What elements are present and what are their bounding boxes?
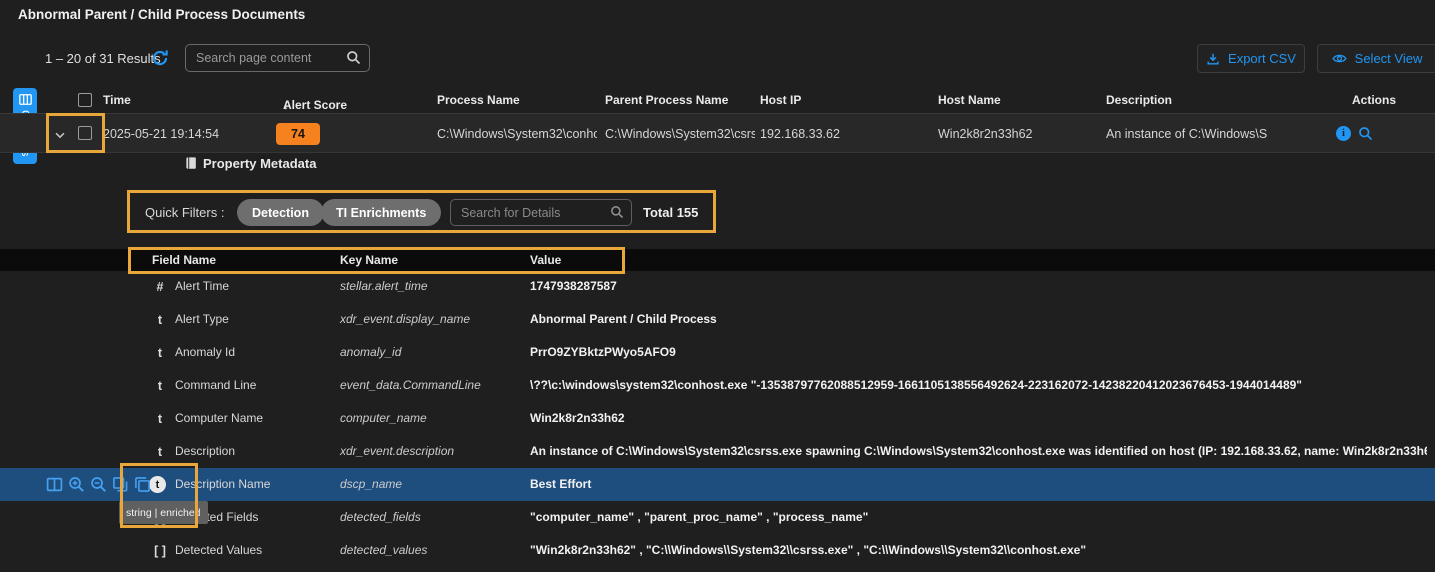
row-time: 2025-05-21 19:14:54 xyxy=(103,127,219,141)
table-row[interactable]: 2025-05-21 19:14:54 74 C:\Windows\System… xyxy=(0,113,1435,153)
page-title: Abnormal Parent / Child Process Document… xyxy=(18,7,305,22)
info-icon[interactable]: i xyxy=(1336,126,1351,141)
col-field-name: Field Name xyxy=(152,253,216,267)
select-all-checkbox[interactable] xyxy=(78,93,92,107)
zoom-out-icon[interactable] xyxy=(90,476,107,493)
text-type-icon: t xyxy=(150,435,170,468)
field-name: Anomaly Id xyxy=(175,345,235,359)
col-time[interactable]: Time xyxy=(103,93,131,107)
book-icon xyxy=(184,156,198,170)
alert-score-badge: 74 xyxy=(276,123,320,145)
metadata-rows: # Alert Time stellar.alert_time 17479382… xyxy=(0,0,1435,572)
text-type-icon: t xyxy=(150,336,170,369)
text-type-icon: t xyxy=(150,303,170,336)
table-header: Time Alert Score ↓ Process Name Parent P… xyxy=(0,88,1435,113)
metadata-row[interactable]: t Alert Type xdr_event.display_name Abno… xyxy=(0,303,1435,336)
select-view-button[interactable]: Select View xyxy=(1317,44,1435,73)
field-name: Command Line xyxy=(175,378,256,392)
hash-type-icon: # xyxy=(150,270,170,303)
eye-icon xyxy=(1332,51,1347,66)
key-name: xdr_event.description xyxy=(340,444,454,458)
key-name: xdr_event.display_name xyxy=(340,312,470,326)
filter-detection-button[interactable]: Detection xyxy=(237,199,324,226)
col-parent-process-name[interactable]: Parent Process Name xyxy=(605,93,728,107)
key-name: event_data.CommandLine xyxy=(340,378,481,392)
col-key-name: Key Name xyxy=(340,253,398,267)
text-type-icon: t xyxy=(150,369,170,402)
key-name: detected_fields xyxy=(340,510,421,524)
total-count: Total 155 xyxy=(643,205,698,220)
export-csv-label: Export CSV xyxy=(1228,51,1296,66)
search-icon xyxy=(346,50,361,65)
metadata-table-header: Field Name Key Name Value xyxy=(0,249,1435,271)
metadata-row[interactable]: t Description Name dscp_name Best Effort xyxy=(0,468,1435,501)
metadata-row[interactable]: t Description xdr_event.description An i… xyxy=(0,435,1435,468)
field-name: Description Name xyxy=(175,477,270,491)
field-value: Best Effort xyxy=(530,477,1427,491)
details-search-input[interactable] xyxy=(450,199,632,226)
key-name: anomaly_id xyxy=(340,345,401,359)
col-process-name[interactable]: Process Name xyxy=(437,93,520,107)
field-value: Abnormal Parent / Child Process xyxy=(530,312,1427,326)
copy-icon[interactable] xyxy=(112,476,129,493)
app-window: Abnormal Parent / Child Process Document… xyxy=(0,0,1435,572)
field-name: Alert Type xyxy=(175,312,229,326)
col-description[interactable]: Description xyxy=(1106,93,1172,107)
text-circle-type-icon: t xyxy=(149,476,166,493)
key-name: stellar.alert_time xyxy=(340,279,428,293)
refresh-icon[interactable] xyxy=(151,49,169,67)
filter-ti-enrichments-button[interactable]: TI Enrichments xyxy=(321,199,441,226)
key-name: computer_name xyxy=(340,411,427,425)
row-host-ip: 192.168.33.62 xyxy=(760,127,840,141)
metadata-row[interactable]: t Anomaly Id anomaly_id PrrO9ZYBktzPWyo5… xyxy=(0,336,1435,369)
row-checkbox[interactable] xyxy=(78,126,92,140)
type-tooltip: string | enriched xyxy=(119,501,208,524)
export-csv-button[interactable]: Export CSV xyxy=(1197,44,1305,73)
details-search xyxy=(450,199,632,226)
investigate-icon[interactable] xyxy=(1358,126,1373,141)
zoom-in-icon[interactable] xyxy=(68,476,85,493)
chevron-down-icon[interactable] xyxy=(53,128,67,142)
col-value: Value xyxy=(530,253,561,267)
download-icon xyxy=(1206,52,1220,66)
select-view-label: Select View xyxy=(1355,51,1423,66)
col-host-name[interactable]: Host Name xyxy=(938,93,1001,107)
field-value: Win2k8r2n33h62 xyxy=(530,411,1427,425)
field-value: 1747938287587 xyxy=(530,279,1427,293)
text-type-icon: t xyxy=(150,402,170,435)
row-description: An instance of C:\Windows\S xyxy=(1106,127,1334,141)
row-process-name: C:\Windows\System32\conho xyxy=(437,127,597,141)
field-value: "Win2k8r2n33h62" , "C:\\Windows\\System3… xyxy=(530,543,1427,557)
field-value: An instance of C:\Windows\System32\csrss… xyxy=(530,444,1427,458)
field-name: Detected Values xyxy=(175,543,262,557)
key-name: dscp_name xyxy=(340,477,402,491)
quick-filters-label: Quick Filters : xyxy=(145,205,224,220)
field-value: PrrO9ZYBktzPWyo5AFO9 xyxy=(530,345,1427,359)
field-name: Computer Name xyxy=(175,411,263,425)
row-hover-toolbar xyxy=(46,468,151,501)
metadata-row[interactable]: [ ] Detected Fields detected_fields "com… xyxy=(0,501,1435,534)
page-search-input[interactable] xyxy=(185,44,370,72)
property-metadata-title: Property Metadata xyxy=(203,156,316,171)
col-actions: Actions xyxy=(1352,93,1396,107)
array-type-icon: [ ] xyxy=(150,534,170,567)
sort-desc-icon: ↓ xyxy=(283,98,289,112)
row-host-name: Win2k8r2n33h62 xyxy=(938,127,1033,141)
key-name: detected_values xyxy=(340,543,427,557)
row-parent-process-name: C:\Windows\System32\csrss.e xyxy=(605,127,755,141)
field-name: Description xyxy=(175,444,235,458)
metadata-row[interactable]: [ ] Detected Values detected_values "Win… xyxy=(0,534,1435,567)
results-count: 1 – 20 of 31 Results xyxy=(45,51,161,66)
copy-pages-icon[interactable] xyxy=(134,476,151,493)
page-search xyxy=(185,44,370,72)
field-value: "computer_name" , "parent_proc_name" , "… xyxy=(530,510,1427,524)
search-icon xyxy=(610,205,624,219)
metadata-row[interactable]: t Computer Name computer_name Win2k8r2n3… xyxy=(0,402,1435,435)
metadata-row[interactable]: t Command Line event_data.CommandLine \?… xyxy=(0,369,1435,402)
field-value: \??\c:\windows\system32\conhost.exe "-13… xyxy=(530,378,1427,392)
metadata-row[interactable]: # Alert Time stellar.alert_time 17479382… xyxy=(0,270,1435,303)
add-column-icon[interactable] xyxy=(46,476,63,493)
col-host-ip[interactable]: Host IP xyxy=(760,93,801,107)
field-name: Alert Time xyxy=(175,279,229,293)
